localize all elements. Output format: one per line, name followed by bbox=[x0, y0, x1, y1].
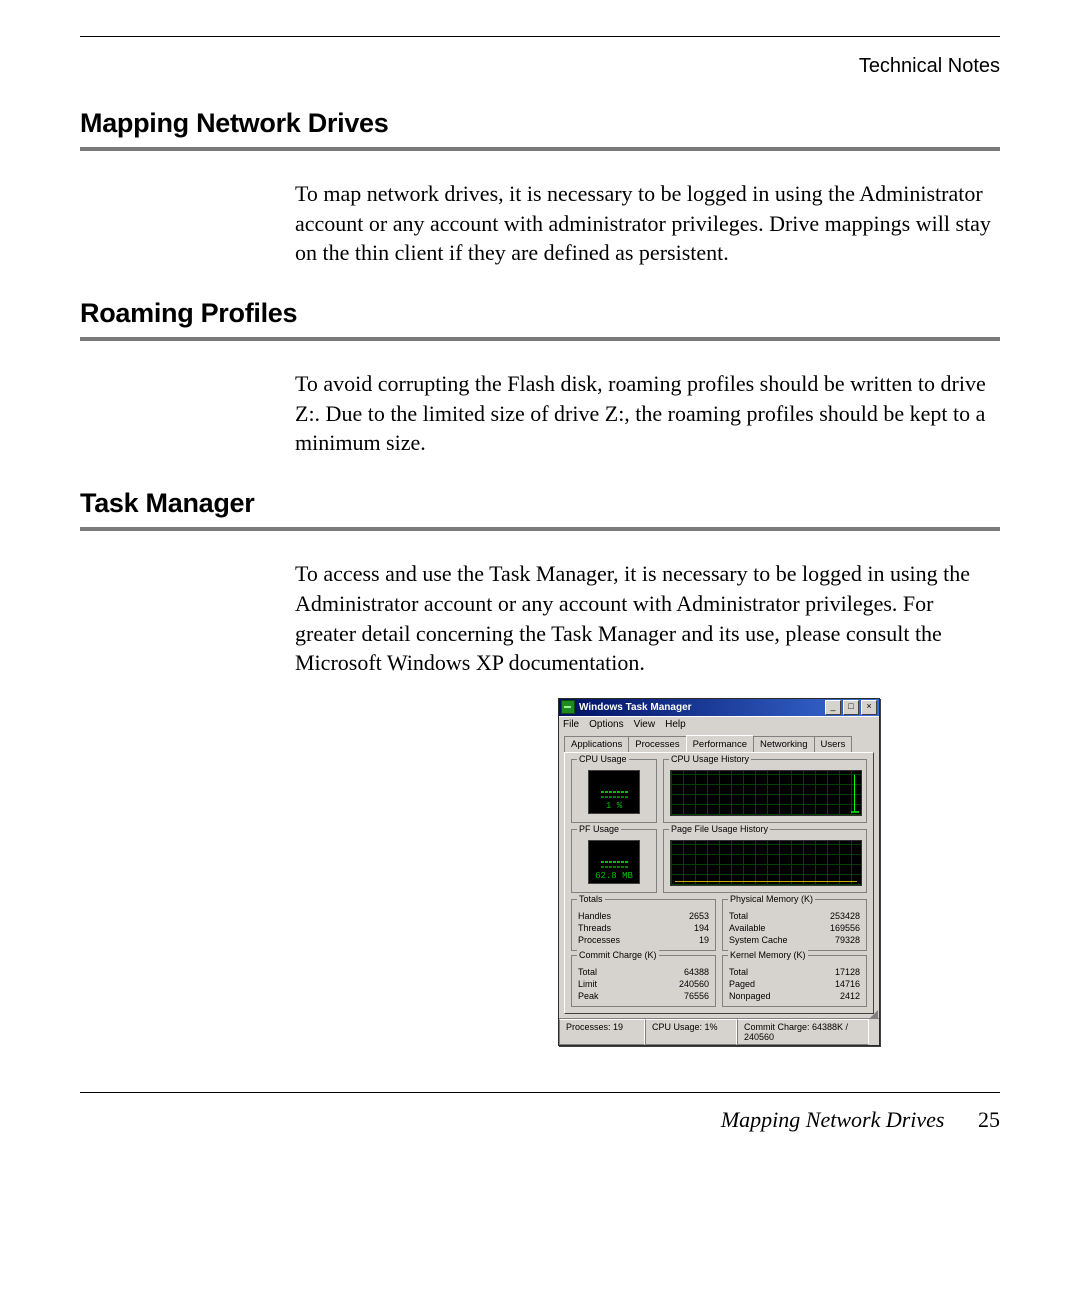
stat-val: 2412 bbox=[840, 990, 860, 1002]
group-title: Kernel Memory (K) bbox=[728, 950, 808, 960]
group-physical-memory: Physical Memory (K) Total253428 Availabl… bbox=[722, 899, 867, 951]
section-rule bbox=[80, 337, 1000, 341]
tab-strip: Applications Processes Performance Netwo… bbox=[564, 735, 874, 752]
stat-key: Limit bbox=[578, 978, 597, 990]
cpu-usage-meter: 1 % bbox=[588, 770, 640, 814]
tab-performance[interactable]: Performance bbox=[686, 735, 754, 752]
group-kernel-memory: Kernel Memory (K) Total17128 Paged14716 … bbox=[722, 955, 867, 1007]
pf-usage-meter: 62.8 MB bbox=[588, 840, 640, 884]
group-pf-usage: PF Usage 62.8 MB bbox=[571, 829, 657, 893]
stat-key: System Cache bbox=[729, 934, 788, 946]
tab-processes[interactable]: Processes bbox=[628, 736, 686, 753]
footer-title: Mapping Network Drives bbox=[721, 1107, 945, 1132]
window-title: Windows Task Manager bbox=[579, 702, 692, 713]
section-title-roaming: Roaming Profiles bbox=[80, 298, 1000, 329]
tab-panel-performance: ↖ CPU Usage 1 % CPU Usage History bbox=[564, 752, 874, 1014]
cpu-usage-value: 1 % bbox=[606, 801, 622, 811]
group-commit-charge: Commit Charge (K) Total64388 Limit240560… bbox=[571, 955, 716, 1007]
group-title: Totals bbox=[577, 894, 605, 904]
menu-help[interactable]: Help bbox=[665, 719, 686, 730]
stat-key: Processes bbox=[578, 934, 620, 946]
status-processes: Processes: 19 bbox=[559, 1019, 645, 1045]
maximize-button[interactable]: □ bbox=[843, 700, 859, 715]
page-number: 25 bbox=[978, 1107, 1000, 1132]
stat-val: 2653 bbox=[689, 910, 709, 922]
tab-users[interactable]: Users bbox=[814, 736, 853, 753]
section-rule bbox=[80, 147, 1000, 151]
group-cpu-history: CPU Usage History bbox=[663, 759, 867, 823]
stat-val: 64388 bbox=[684, 966, 709, 978]
section-body-mapping: To map network drives, it is necessary t… bbox=[80, 179, 1000, 268]
stat-val: 19 bbox=[699, 934, 709, 946]
stat-val: 17128 bbox=[835, 966, 860, 978]
client-area: Applications Processes Performance Netwo… bbox=[559, 731, 879, 1018]
stat-val: 253428 bbox=[830, 910, 860, 922]
stat-key: Paged bbox=[729, 978, 755, 990]
stat-key: Total bbox=[729, 910, 748, 922]
minimize-button[interactable]: _ bbox=[825, 700, 841, 715]
stat-val: 240560 bbox=[679, 978, 709, 990]
group-title: CPU Usage History bbox=[669, 754, 751, 764]
task-manager-figure: Windows Task Manager _ □ × File Options … bbox=[80, 698, 1000, 1046]
close-button[interactable]: × bbox=[861, 700, 877, 715]
app-icon bbox=[561, 700, 575, 714]
group-totals: Totals Handles2653 Threads194 Processes1… bbox=[571, 899, 716, 951]
status-bar: Processes: 19 CPU Usage: 1% Commit Charg… bbox=[559, 1018, 879, 1045]
section-title-mapping: Mapping Network Drives bbox=[80, 108, 1000, 139]
task-manager-window: Windows Task Manager _ □ × File Options … bbox=[558, 698, 880, 1046]
stat-val: 194 bbox=[694, 922, 709, 934]
group-title: CPU Usage bbox=[577, 754, 629, 764]
pf-history-graph bbox=[670, 840, 862, 886]
menubar: File Options View Help bbox=[559, 716, 879, 731]
menu-view[interactable]: View bbox=[634, 719, 656, 730]
group-title: Page File Usage History bbox=[669, 824, 770, 834]
status-cpu: CPU Usage: 1% bbox=[645, 1019, 737, 1045]
stat-key: Threads bbox=[578, 922, 611, 934]
stat-key: Nonpaged bbox=[729, 990, 771, 1002]
menu-file[interactable]: File bbox=[563, 719, 579, 730]
group-title: Physical Memory (K) bbox=[728, 894, 815, 904]
section-body-roaming: To avoid corrupting the Flash disk, roam… bbox=[80, 369, 1000, 458]
header-right-label: Technical Notes bbox=[80, 55, 1000, 78]
status-commit: Commit Charge: 64388K / 240560 bbox=[737, 1019, 869, 1045]
stat-val: 14716 bbox=[835, 978, 860, 990]
group-pf-history: Page File Usage History bbox=[663, 829, 867, 893]
tab-applications[interactable]: Applications bbox=[564, 736, 629, 753]
stat-key: Peak bbox=[578, 990, 599, 1002]
stat-val: 76556 bbox=[684, 990, 709, 1002]
page: Technical Notes Mapping Network Drives T… bbox=[0, 0, 1080, 1193]
stat-key: Total bbox=[729, 966, 748, 978]
stat-key: Handles bbox=[578, 910, 611, 922]
section-title-taskmgr: Task Manager bbox=[80, 488, 1000, 519]
stat-val: 169556 bbox=[830, 922, 860, 934]
stat-key: Total bbox=[578, 966, 597, 978]
tab-networking[interactable]: Networking bbox=[753, 736, 815, 753]
group-title: PF Usage bbox=[577, 824, 621, 834]
pf-usage-value: 62.8 MB bbox=[595, 871, 633, 881]
footer-rule bbox=[80, 1092, 1000, 1093]
stat-key: Available bbox=[729, 922, 765, 934]
group-title: Commit Charge (K) bbox=[577, 950, 659, 960]
group-cpu-usage: CPU Usage 1 % bbox=[571, 759, 657, 823]
titlebar[interactable]: Windows Task Manager _ □ × bbox=[559, 699, 879, 716]
header-rule bbox=[80, 36, 1000, 37]
section-rule bbox=[80, 527, 1000, 531]
cpu-history-graph bbox=[670, 770, 862, 816]
stat-val: 79328 bbox=[835, 934, 860, 946]
section-body-taskmgr: To access and use the Task Manager, it i… bbox=[80, 559, 1000, 678]
menu-options[interactable]: Options bbox=[589, 719, 623, 730]
footer: Mapping Network Drives 25 bbox=[80, 1092, 1000, 1133]
